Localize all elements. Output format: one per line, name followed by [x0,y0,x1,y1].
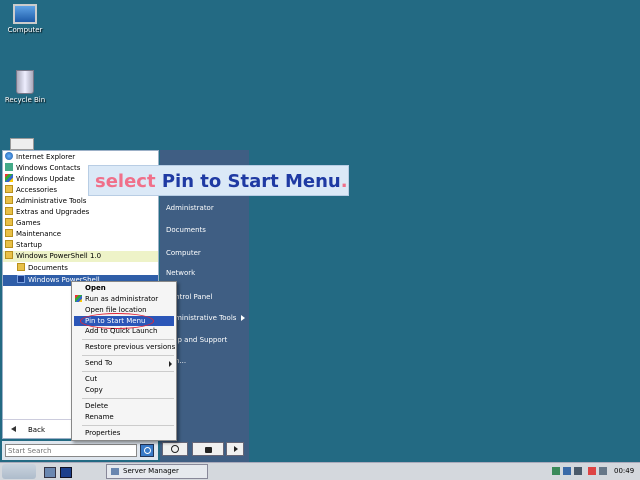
folder-icon [5,240,13,248]
program-item[interactable]: Windows PowerShell 1.0 [3,251,158,262]
desktop-icon-partial[interactable] [10,138,34,150]
menu-item-run-as-admin[interactable]: Run as administrator [85,295,158,303]
system-tray: 00:49 [548,464,638,479]
program-label: Windows PowerShell 1.0 [16,252,102,260]
program-item[interactable]: Administrative Tools [5,196,86,207]
program-item[interactable]: Startup [5,240,42,251]
menu-item-open[interactable]: Open [85,284,106,292]
menu-item-copy[interactable]: Copy [85,386,103,394]
program-item[interactable]: Accessories [5,185,57,196]
ie-icon [5,152,13,160]
program-label: Extras and Upgrades [16,208,90,216]
taskbar-button-label: Server Manager [123,467,179,475]
menu-separator [82,371,174,372]
search-bar-area [2,441,158,460]
search-icon [144,447,151,454]
lock-icon [205,447,212,453]
program-label: Games [16,219,41,227]
desktop-icon-label: Recycle Bin [4,96,46,104]
volume-tray-icon[interactable] [599,467,607,475]
desktop-icon-label: Computer [7,26,43,34]
menu-separator [82,339,174,340]
callout-highlight: Pin to Start Menu [161,171,341,192]
warning-tray-icon[interactable] [588,467,596,475]
server-manager-icon [111,468,119,475]
right-item-administrator[interactable]: Administrator [166,204,214,212]
submenu-arrow-icon [169,361,172,367]
folder-icon [17,263,25,271]
menu-item-send-to[interactable]: Send To [85,359,112,367]
lock-button[interactable] [192,442,224,456]
shutdown-options-button[interactable] [226,442,244,456]
chevron-right-icon [234,446,238,452]
power-button[interactable] [162,442,188,456]
powershell-icon [17,275,25,283]
menu-separator [82,425,174,426]
shield-icon [5,174,13,182]
program-label: Startup [16,241,42,249]
control-icon [5,163,13,171]
server-manager-quicklaunch-icon[interactable] [44,467,56,478]
program-item[interactable]: Internet Explorer [5,152,75,163]
menu-item-add-quick-launch[interactable]: Add to Quick Launch [85,327,157,335]
shield-icon [75,295,82,302]
program-label: Maintenance [16,230,62,238]
folder-icon [5,196,13,204]
folder-icon [5,251,13,259]
taskbar-button-server-manager[interactable]: Server Manager [106,464,208,479]
menu-item-restore-previous[interactable]: Restore previous versions [85,343,175,351]
program-item[interactable]: Documents [17,263,68,274]
folder-icon [5,229,13,237]
powershell-quicklaunch-icon[interactable] [60,467,72,478]
folder-icon [5,185,13,193]
instruction-callout: select Pin to Start Menu. [88,165,349,196]
program-label: Windows Contacts [16,164,81,172]
monitor-tray-icon[interactable] [574,467,582,475]
program-label: Administrative Tools [16,197,87,205]
callout-suffix: . [340,171,348,192]
program-item[interactable]: Windows Contacts [5,163,80,174]
program-label: Internet Explorer [16,153,76,161]
menu-item-delete[interactable]: Delete [85,402,108,410]
program-label: Accessories [16,186,58,194]
network-tray-icon[interactable] [552,467,560,475]
back-label: Back [28,426,45,434]
menu-item-rename[interactable]: Rename [85,413,114,421]
menu-item-cut[interactable]: Cut [85,375,97,383]
submenu-arrow-icon [241,315,245,321]
start-button[interactable] [2,464,36,479]
clock[interactable]: 00:49 [614,467,634,475]
right-item-documents[interactable]: Documents [166,226,206,234]
search-button[interactable] [140,444,154,457]
program-item[interactable]: Windows Update [5,174,75,185]
menu-separator [82,355,174,356]
folder-icon [5,218,13,226]
menu-item-properties[interactable]: Properties [85,429,120,437]
right-item-network[interactable]: Network [166,269,195,277]
program-label: Windows Update [16,175,75,183]
power-icon [171,445,179,453]
context-menu: Open Run as administrator Open file loca… [71,281,177,441]
menu-separator [82,398,174,399]
computer-icon [13,4,37,24]
back-arrow-icon [11,426,16,432]
program-label: Documents [28,264,68,272]
security-tray-icon[interactable] [563,467,571,475]
back-button[interactable]: Back [11,426,45,434]
folder-icon [5,207,13,215]
program-item[interactable]: Extras and Upgrades [5,207,89,218]
desktop-icon-computer[interactable]: Computer [0,4,50,34]
search-input[interactable] [5,444,137,457]
right-item-computer[interactable]: Computer [166,249,201,257]
program-item[interactable]: Maintenance [5,229,61,240]
desktop-icon-recycle-bin[interactable]: Recycle Bin [0,70,50,104]
callout-prefix: select [95,171,162,192]
taskbar: Server Manager 00:49 [0,462,640,480]
program-item[interactable]: Games [5,218,41,229]
recycle-bin-icon [16,70,34,94]
